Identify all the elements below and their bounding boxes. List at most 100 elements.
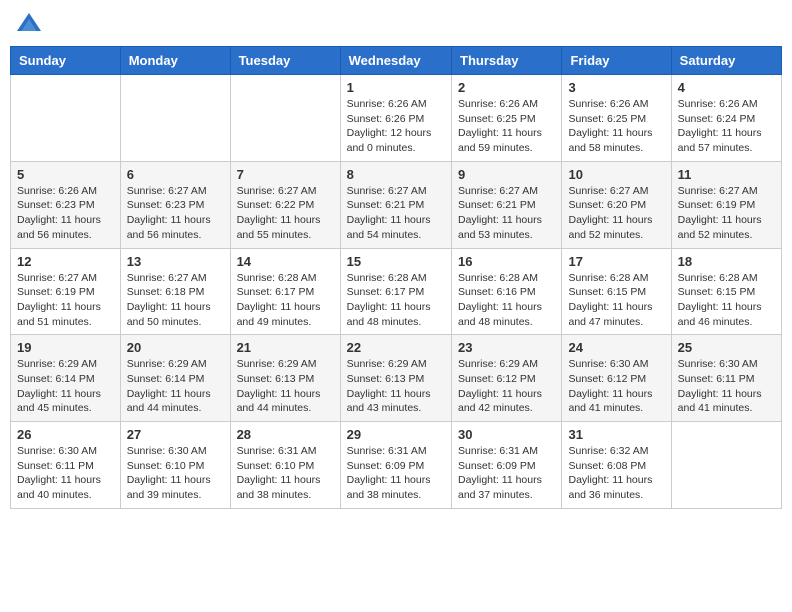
day-number: 13 [127, 254, 224, 269]
calendar-week-row: 26 Sunrise: 6:30 AMSunset: 6:11 PMDayligh… [11, 422, 782, 509]
day-info: Sunrise: 6:27 AMSunset: 6:20 PMDaylight:… [568, 184, 664, 243]
day-number: 11 [678, 167, 775, 182]
day-info: Sunrise: 6:31 AMSunset: 6:10 PMDaylight:… [237, 444, 334, 503]
calendar-cell [230, 75, 340, 162]
calendar-cell: 5 Sunrise: 6:26 AMSunset: 6:23 PMDaylight… [11, 161, 121, 248]
calendar-cell [671, 422, 781, 509]
day-number: 24 [568, 340, 664, 355]
day-info: Sunrise: 6:29 AMSunset: 6:13 PMDaylight:… [237, 357, 334, 416]
calendar-cell: 11 Sunrise: 6:27 AMSunset: 6:19 PMDayligh… [671, 161, 781, 248]
day-info: Sunrise: 6:30 AMSunset: 6:10 PMDaylight:… [127, 444, 224, 503]
day-number: 26 [17, 427, 114, 442]
day-info: Sunrise: 6:26 AMSunset: 6:23 PMDaylight:… [17, 184, 114, 243]
calendar-header-row: SundayMondayTuesdayWednesdayThursdayFrid… [11, 47, 782, 75]
day-number: 5 [17, 167, 114, 182]
calendar-cell: 4 Sunrise: 6:26 AMSunset: 6:24 PMDaylight… [671, 75, 781, 162]
calendar-cell: 25 Sunrise: 6:30 AMSunset: 6:11 PMDayligh… [671, 335, 781, 422]
logo [14, 10, 48, 40]
weekday-header: Friday [562, 47, 671, 75]
day-number: 6 [127, 167, 224, 182]
calendar-week-row: 19 Sunrise: 6:29 AMSunset: 6:14 PMDayligh… [11, 335, 782, 422]
day-number: 30 [458, 427, 555, 442]
day-number: 18 [678, 254, 775, 269]
calendar-cell: 13 Sunrise: 6:27 AMSunset: 6:18 PMDayligh… [120, 248, 230, 335]
day-info: Sunrise: 6:30 AMSunset: 6:11 PMDaylight:… [17, 444, 114, 503]
day-number: 27 [127, 427, 224, 442]
day-info: Sunrise: 6:31 AMSunset: 6:09 PMDaylight:… [347, 444, 445, 503]
weekday-header: Tuesday [230, 47, 340, 75]
day-number: 21 [237, 340, 334, 355]
calendar-week-row: 1 Sunrise: 6:26 AMSunset: 6:26 PMDaylight… [11, 75, 782, 162]
day-number: 20 [127, 340, 224, 355]
day-info: Sunrise: 6:27 AMSunset: 6:19 PMDaylight:… [678, 184, 775, 243]
day-number: 9 [458, 167, 555, 182]
weekday-header: Saturday [671, 47, 781, 75]
day-number: 17 [568, 254, 664, 269]
calendar-cell: 17 Sunrise: 6:28 AMSunset: 6:15 PMDayligh… [562, 248, 671, 335]
weekday-header: Thursday [452, 47, 562, 75]
calendar-week-row: 5 Sunrise: 6:26 AMSunset: 6:23 PMDaylight… [11, 161, 782, 248]
day-number: 19 [17, 340, 114, 355]
calendar-cell: 23 Sunrise: 6:29 AMSunset: 6:12 PMDayligh… [452, 335, 562, 422]
day-info: Sunrise: 6:26 AMSunset: 6:26 PMDaylight:… [347, 97, 445, 156]
calendar-cell: 19 Sunrise: 6:29 AMSunset: 6:14 PMDayligh… [11, 335, 121, 422]
day-number: 8 [347, 167, 445, 182]
day-info: Sunrise: 6:29 AMSunset: 6:14 PMDaylight:… [127, 357, 224, 416]
calendar-cell: 16Sunrise: 6:28 AMSunset: 6:16 PMDayligh… [452, 248, 562, 335]
day-info: Sunrise: 6:27 AMSunset: 6:22 PMDaylight:… [237, 184, 334, 243]
day-number: 29 [347, 427, 445, 442]
day-number: 25 [678, 340, 775, 355]
calendar-cell: 12Sunrise: 6:27 AMSunset: 6:19 PMDayligh… [11, 248, 121, 335]
day-info: Sunrise: 6:26 AMSunset: 6:25 PMDaylight:… [568, 97, 664, 156]
day-info: Sunrise: 6:29 AMSunset: 6:13 PMDaylight:… [347, 357, 445, 416]
day-number: 3 [568, 80, 664, 95]
calendar-cell: 15 Sunrise: 6:28 AMSunset: 6:17 PMDayligh… [340, 248, 451, 335]
day-info: Sunrise: 6:28 AMSunset: 6:15 PMDaylight:… [678, 271, 775, 330]
calendar-cell: 31 Sunrise: 6:32 AMSunset: 6:08 PMDayligh… [562, 422, 671, 509]
day-info: Sunrise: 6:27 AMSunset: 6:23 PMDaylight:… [127, 184, 224, 243]
calendar-cell: 6 Sunrise: 6:27 AMSunset: 6:23 PMDaylight… [120, 161, 230, 248]
calendar-cell [11, 75, 121, 162]
day-number: 7 [237, 167, 334, 182]
weekday-header: Sunday [11, 47, 121, 75]
page-header [10, 10, 782, 40]
day-info: Sunrise: 6:29 AMSunset: 6:12 PMDaylight:… [458, 357, 555, 416]
calendar-cell: 2 Sunrise: 6:26 AMSunset: 6:25 PMDaylight… [452, 75, 562, 162]
day-info: Sunrise: 6:28 AMSunset: 6:16 PMDaylight:… [458, 271, 555, 330]
day-info: Sunrise: 6:32 AMSunset: 6:08 PMDaylight:… [568, 444, 664, 503]
day-info: Sunrise: 6:28 AMSunset: 6:15 PMDaylight:… [568, 271, 664, 330]
day-number: 22 [347, 340, 445, 355]
calendar-cell: 27 Sunrise: 6:30 AMSunset: 6:10 PMDayligh… [120, 422, 230, 509]
day-number: 31 [568, 427, 664, 442]
calendar-cell [120, 75, 230, 162]
day-number: 10 [568, 167, 664, 182]
day-info: Sunrise: 6:27 AMSunset: 6:21 PMDaylight:… [458, 184, 555, 243]
day-number: 15 [347, 254, 445, 269]
day-info: Sunrise: 6:27 AMSunset: 6:18 PMDaylight:… [127, 271, 224, 330]
day-number: 2 [458, 80, 555, 95]
calendar-cell: 14Sunrise: 6:28 AMSunset: 6:17 PMDayligh… [230, 248, 340, 335]
weekday-header: Monday [120, 47, 230, 75]
calendar-cell: 3 Sunrise: 6:26 AMSunset: 6:25 PMDaylight… [562, 75, 671, 162]
calendar-week-row: 12Sunrise: 6:27 AMSunset: 6:19 PMDayligh… [11, 248, 782, 335]
day-number: 28 [237, 427, 334, 442]
day-info: Sunrise: 6:26 AMSunset: 6:25 PMDaylight:… [458, 97, 555, 156]
calendar-cell: 20 Sunrise: 6:29 AMSunset: 6:14 PMDayligh… [120, 335, 230, 422]
day-number: 4 [678, 80, 775, 95]
calendar-cell: 9 Sunrise: 6:27 AMSunset: 6:21 PMDaylight… [452, 161, 562, 248]
weekday-header: Wednesday [340, 47, 451, 75]
day-number: 23 [458, 340, 555, 355]
day-info: Sunrise: 6:29 AMSunset: 6:14 PMDaylight:… [17, 357, 114, 416]
day-info: Sunrise: 6:28 AMSunset: 6:17 PMDaylight:… [347, 271, 445, 330]
day-info: Sunrise: 6:30 AMSunset: 6:11 PMDaylight:… [678, 357, 775, 416]
day-info: Sunrise: 6:27 AMSunset: 6:21 PMDaylight:… [347, 184, 445, 243]
day-info: Sunrise: 6:27 AMSunset: 6:19 PMDaylight:… [17, 271, 114, 330]
calendar-cell: 30 Sunrise: 6:31 AMSunset: 6:09 PMDayligh… [452, 422, 562, 509]
day-info: Sunrise: 6:31 AMSunset: 6:09 PMDaylight:… [458, 444, 555, 503]
day-number: 14 [237, 254, 334, 269]
calendar-cell: 7 Sunrise: 6:27 AMSunset: 6:22 PMDaylight… [230, 161, 340, 248]
calendar-cell: 26 Sunrise: 6:30 AMSunset: 6:11 PMDayligh… [11, 422, 121, 509]
day-info: Sunrise: 6:26 AMSunset: 6:24 PMDaylight:… [678, 97, 775, 156]
calendar-cell: 8 Sunrise: 6:27 AMSunset: 6:21 PMDaylight… [340, 161, 451, 248]
day-number: 1 [347, 80, 445, 95]
